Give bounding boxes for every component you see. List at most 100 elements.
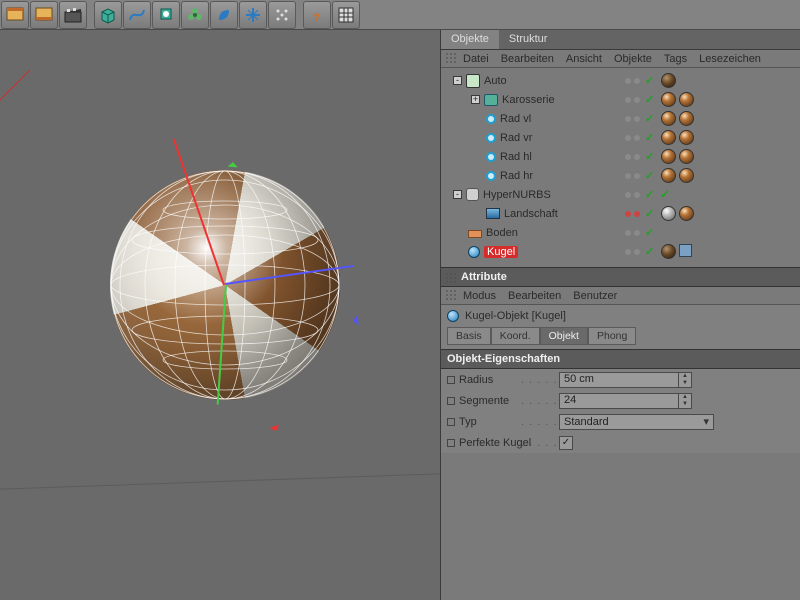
input-segments[interactable]: 24 <box>559 393 679 409</box>
attr-tab-koord[interactable]: Koord. <box>491 327 540 345</box>
material-tag-icon[interactable] <box>679 168 694 183</box>
check-icon[interactable]: ✓ <box>645 246 654 258</box>
tree-label[interactable]: Rad vr <box>500 132 532 144</box>
check-icon[interactable]: ✓ <box>645 227 654 239</box>
attr-tab-phong[interactable]: Phong <box>588 327 636 345</box>
material-tag-icon[interactable] <box>679 149 694 164</box>
tree-label[interactable]: Landschaft <box>504 208 558 220</box>
check-icon[interactable]: ✓ <box>645 189 654 201</box>
check-icon[interactable]: ✓ <box>645 113 654 125</box>
material-tag-icon[interactable] <box>661 73 676 88</box>
menu-tags[interactable]: Tags <box>664 53 687 65</box>
attr-menu-edit[interactable]: Bearbeiten <box>508 290 561 302</box>
material-tag-icon[interactable] <box>679 111 694 126</box>
checkbox-perfect-sphere[interactable]: ✓ <box>559 436 573 450</box>
material-tag-icon[interactable] <box>661 206 676 221</box>
tree-label[interactable]: Rad hr <box>500 170 533 182</box>
visibility-dots[interactable] <box>625 249 640 255</box>
menu-bookmarks[interactable]: Lesezeichen <box>699 53 761 65</box>
material-tag-icon[interactable] <box>679 92 694 107</box>
toolbar-picture2-icon[interactable] <box>30 1 58 29</box>
menu-view[interactable]: Ansicht <box>566 53 602 65</box>
tree-label[interactable]: Boden <box>486 227 518 239</box>
spinner-radius[interactable]: ▲▼ <box>679 372 692 388</box>
input-radius[interactable]: 50 cm <box>559 372 679 388</box>
menu-objects[interactable]: Objekte <box>614 53 652 65</box>
tree-row[interactable]: Rad vl ✓ <box>443 109 798 128</box>
tree-label[interactable]: Rad hl <box>500 151 532 163</box>
expand-icon[interactable] <box>447 397 455 405</box>
toolbar-cube-icon[interactable] <box>94 1 122 29</box>
material-tag-icon[interactable] <box>661 149 676 164</box>
check-icon[interactable]: ✓ <box>660 189 669 201</box>
toolbar-clapper-icon[interactable] <box>59 1 87 29</box>
drag-handle-icon[interactable] <box>445 272 457 284</box>
expand-icon[interactable] <box>447 439 455 447</box>
visibility-dots[interactable] <box>625 211 640 217</box>
tree-row[interactable]: +Karosserie✓ <box>443 90 798 109</box>
check-icon[interactable]: ✓ <box>645 208 654 220</box>
drag-handle-icon[interactable] <box>445 289 457 301</box>
viewport-3d[interactable] <box>0 30 440 600</box>
menu-file[interactable]: Datei <box>463 53 489 65</box>
check-icon[interactable]: ✓ <box>645 94 654 106</box>
toolbar-spline-icon[interactable] <box>123 1 151 29</box>
material-tag-icon[interactable] <box>661 130 676 145</box>
attr-tab-objekt[interactable]: Objekt <box>540 327 588 345</box>
sphere-object[interactable] <box>110 170 340 400</box>
check-icon[interactable]: ✓ <box>645 132 654 144</box>
toolbar-dots-icon[interactable] <box>268 1 296 29</box>
check-icon[interactable]: ✓ <box>645 151 654 163</box>
toolbar-leaf-icon[interactable] <box>210 1 238 29</box>
attr-tab-basis[interactable]: Basis <box>447 327 491 345</box>
material-tag-icon[interactable] <box>679 206 694 221</box>
tree-label[interactable]: Karosserie <box>502 94 555 106</box>
check-icon[interactable]: ✓ <box>645 75 654 87</box>
tag-icon[interactable] <box>679 244 692 257</box>
tab-structure[interactable]: Struktur <box>499 30 558 49</box>
material-tag-icon[interactable] <box>661 168 676 183</box>
drag-handle-icon[interactable] <box>445 52 457 64</box>
spinner-segments[interactable]: ▲▼ <box>679 393 692 409</box>
attr-menu-user[interactable]: Benutzer <box>573 290 617 302</box>
visibility-dots[interactable] <box>625 230 640 236</box>
material-tag-icon[interactable] <box>661 92 676 107</box>
tree-row[interactable]: Kugel✓✓ <box>443 242 798 261</box>
material-tag-icon[interactable] <box>661 244 676 259</box>
toolbar-help-icon[interactable]: ? <box>303 1 331 29</box>
visibility-dots[interactable] <box>625 173 640 179</box>
tree-label[interactable]: Rad vl <box>500 113 531 125</box>
expand-icon[interactable] <box>447 376 455 384</box>
toolbar-picture1-icon[interactable] <box>1 1 29 29</box>
tree-label[interactable]: HyperNURBS <box>483 189 551 201</box>
tree-toggle-icon[interactable]: - <box>453 190 462 199</box>
visibility-dots[interactable] <box>625 135 640 141</box>
visibility-dots[interactable] <box>625 116 640 122</box>
menu-edit[interactable]: Bearbeiten <box>501 53 554 65</box>
tree-row[interactable]: Rad hl ✓ <box>443 147 798 166</box>
visibility-dots[interactable] <box>625 192 640 198</box>
tree-row[interactable]: Landschaft ✓ <box>443 204 798 223</box>
toolbar-deform-icon[interactable] <box>239 1 267 29</box>
visibility-dots[interactable] <box>625 97 640 103</box>
toolbar-grid-icon[interactable] <box>332 1 360 29</box>
tree-toggle-icon[interactable]: - <box>453 76 462 85</box>
tree-row[interactable]: Boden ✓ <box>443 223 798 242</box>
tree-row[interactable]: Rad hr ✓ <box>443 166 798 185</box>
visibility-dots[interactable] <box>625 78 640 84</box>
material-tag-icon[interactable] <box>679 130 694 145</box>
attr-menu-mode[interactable]: Modus <box>463 290 496 302</box>
tree-row[interactable]: - Auto ✓ <box>443 71 798 90</box>
expand-icon[interactable] <box>447 418 455 426</box>
toolbar-flower-icon[interactable] <box>181 1 209 29</box>
visibility-dots[interactable] <box>625 154 640 160</box>
check-icon[interactable]: ✓ <box>645 170 654 182</box>
tree-row[interactable]: Rad vr ✓ <box>443 128 798 147</box>
tree-label[interactable]: Kugel <box>484 246 518 258</box>
toolbar-brush-icon[interactable] <box>152 1 180 29</box>
material-tag-icon[interactable] <box>661 111 676 126</box>
dropdown-type[interactable]: Standard <box>559 414 714 430</box>
tree-row[interactable]: - HyperNURBS ✓ ✓ <box>443 185 798 204</box>
tab-objects[interactable]: Objekte <box>441 30 499 49</box>
tree-label[interactable]: Auto <box>484 75 507 87</box>
